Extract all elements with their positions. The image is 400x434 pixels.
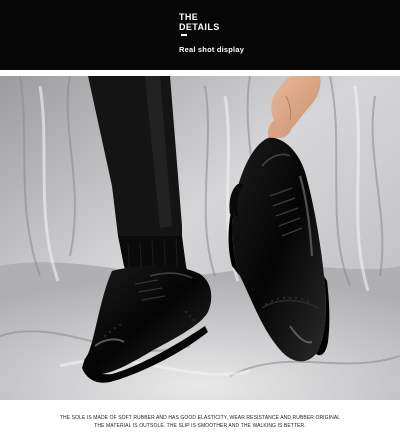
- product-photo: [0, 76, 400, 400]
- header-band: THE DETAILS Real shot display: [0, 0, 400, 70]
- caption-line-2: THE MATERIAL IS OUTSOLE. THE SLIP IS SMO…: [94, 423, 306, 429]
- product-detail-page: THE DETAILS Real shot display THE SOLE I…: [0, 0, 400, 434]
- title-underline: [181, 34, 187, 36]
- title-line-1: THE: [179, 12, 199, 22]
- caption-line-1: THE SOLE IS MADE OF SOFT RUBBER AND HAS …: [59, 415, 341, 421]
- section-subtitle: Real shot display: [179, 45, 245, 54]
- sole-description: THE SOLE IS MADE OF SOFT RUBBER AND HAS …: [0, 414, 400, 430]
- title-line-2: DETAILS: [179, 22, 220, 32]
- section-title: THE DETAILS: [179, 12, 220, 32]
